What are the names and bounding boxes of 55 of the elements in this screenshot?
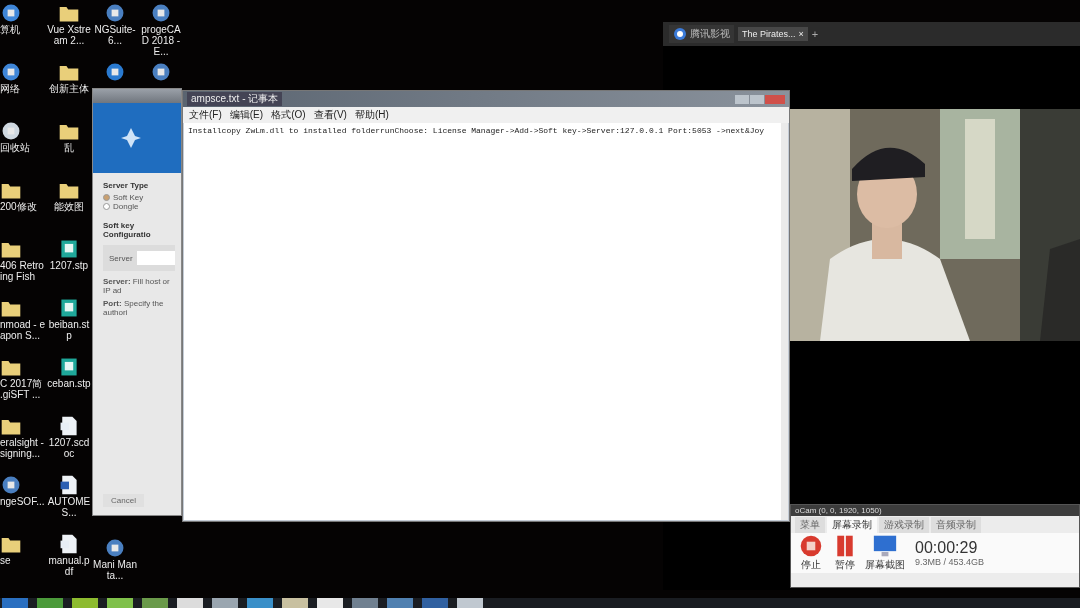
- stop-button[interactable]: 停止: [797, 534, 825, 572]
- section-heading: Soft key Configuratio: [103, 221, 152, 239]
- icon-label: 1207.scdoc: [47, 437, 91, 459]
- text-content: Installcopy ZwLm.dll to installed folderrunChoose: License Manager->Add->Soft key->Server:127.0.0.1 Port:5053 ->next&Joy: [187, 125, 766, 137]
- icon-label: Mani Manta...: [92, 559, 138, 581]
- icon-label: NGSuite-6...: [93, 24, 137, 46]
- icon-label: 406 Retro ing Fish: [0, 260, 45, 282]
- pause-button[interactable]: 暂停: [831, 534, 859, 572]
- icon-label: 算机: [0, 24, 20, 35]
- menu-item[interactable]: 格式(O): [271, 108, 306, 122]
- help-text: Port: Specify the authori: [103, 299, 165, 317]
- browser-tab[interactable]: 腾讯影视: [669, 25, 734, 43]
- icon-label: C 2017简 .giSFT ...: [0, 378, 44, 400]
- icon-label: 200修改: [0, 201, 37, 212]
- icon-label: progeCAD 2018 - E...: [140, 24, 182, 57]
- icon-label: Vue Xstream 2...: [46, 24, 92, 46]
- section-heading: Server Type: [103, 181, 149, 190]
- cancel-button[interactable]: Cancel: [103, 494, 144, 507]
- icon-label: 创新主体: [49, 83, 89, 94]
- tab[interactable]: 音频录制: [931, 517, 981, 533]
- new-tab-button[interactable]: +: [811, 28, 819, 40]
- globe-icon: [673, 27, 687, 41]
- window-title: oCam (0, 0, 1920, 1050): [791, 505, 1079, 516]
- menu-item[interactable]: 查看(V): [313, 108, 347, 122]
- icon-label: 能效图: [54, 201, 84, 212]
- icon-label: 网络: [0, 83, 20, 94]
- monitor-icon: [871, 534, 899, 558]
- icon-label: 1207.stp: [49, 260, 89, 271]
- icon-label: AUTOMES...: [46, 496, 92, 518]
- browser-tab[interactable]: The Pirates... ×: [738, 27, 808, 41]
- tab[interactable]: 菜单: [795, 517, 825, 533]
- server-field[interactable]: [136, 251, 175, 265]
- file-size: 9.3MB / 453.4GB: [915, 557, 985, 567]
- menu-item[interactable]: 帮助(H): [354, 108, 389, 122]
- icon-label: 乱: [64, 142, 74, 153]
- menu-item[interactable]: 编辑(E): [229, 108, 264, 122]
- icon-label: manual.pdf: [47, 555, 91, 577]
- scrollbar[interactable]: [781, 123, 788, 520]
- icon-label: nmoad - eapon S...: [0, 319, 46, 341]
- icon-label: beiban.stp: [47, 319, 91, 341]
- icon-label: ngeSOF...: [0, 496, 45, 507]
- icon-label: eralsight - signing...: [0, 437, 45, 459]
- icon-label: se: [0, 555, 11, 566]
- tab[interactable]: 游戏录制: [879, 517, 929, 533]
- screen-button[interactable]: 屏幕截图: [865, 534, 905, 572]
- window-title: ampsce.txt - 记事本: [187, 92, 283, 106]
- field-label: Server: [109, 253, 133, 263]
- icon-label: 回收站: [0, 142, 30, 153]
- icon-label: ceban.stp: [47, 378, 91, 389]
- radio-option[interactable]: Soft Key: [103, 193, 144, 202]
- recording-time: 00:00:29: [915, 539, 979, 557]
- tab[interactable]: 屏幕录制: [827, 517, 877, 533]
- radio-option[interactable]: Dongle: [103, 202, 139, 211]
- help-text: Server: Fill host or IP ad: [103, 277, 171, 295]
- menu-item[interactable]: 文件(F): [189, 108, 222, 122]
